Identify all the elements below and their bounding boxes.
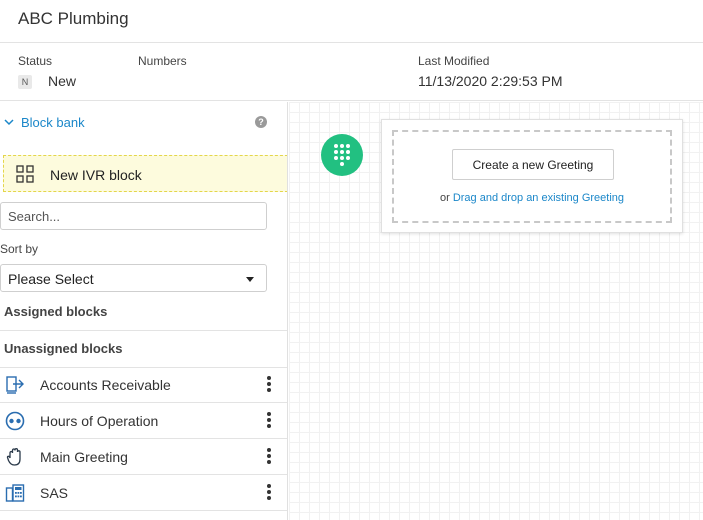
unassigned-blocks-title: Unassigned blocks xyxy=(4,341,123,356)
last-modified-label: Last Modified xyxy=(418,54,490,68)
status-value: New xyxy=(48,73,77,89)
block-row-main-greeting[interactable]: Main Greeting xyxy=(0,439,287,475)
search-input[interactable] xyxy=(1,203,266,229)
or-text: or xyxy=(439,192,450,204)
block-label: Accounts Receivable xyxy=(40,377,171,393)
block-bank-panel: Block bank ? New IVR block Sort by Pleas… xyxy=(0,102,288,520)
page-header: ABC Plumbing xyxy=(0,0,703,43)
block-row-hours-of-operation[interactable]: Hours of Operation xyxy=(0,403,287,439)
status-label: Status xyxy=(18,54,53,68)
greeting-card: Create a new Greeting or Drag and drop a… xyxy=(381,119,683,233)
block-bank-title: Block bank xyxy=(21,115,85,130)
chevron-down-icon xyxy=(4,119,14,126)
numbers-label: Numbers xyxy=(138,54,187,68)
help-icon[interactable]: ? xyxy=(255,116,267,128)
new-ivr-block-label: New IVR block xyxy=(50,167,142,183)
assigned-blocks-title: Assigned blocks xyxy=(4,304,108,319)
blocks-grid-icon xyxy=(16,165,34,183)
page-title: ABC Plumbing xyxy=(18,9,129,28)
more-options-icon[interactable] xyxy=(265,448,273,466)
flow-canvas[interactable]: Create a new Greeting or Drag and drop a… xyxy=(289,102,703,520)
more-options-icon[interactable] xyxy=(265,484,273,502)
keypad-icon[interactable] xyxy=(321,134,363,176)
assigned-blocks-section[interactable]: Assigned blocks xyxy=(0,294,287,331)
hours-icon xyxy=(5,411,25,431)
sort-by-label: Sort by xyxy=(0,242,39,256)
caret-down-icon xyxy=(246,277,254,282)
sort-select[interactable]: Please Select xyxy=(0,264,267,292)
status-badge: N xyxy=(18,75,32,89)
last-modified-value: 11/13/2020 2:29:53 PM xyxy=(418,73,563,89)
meta-bar: Status Numbers Last Modified N New 11/13… xyxy=(0,43,703,101)
more-options-icon[interactable] xyxy=(265,376,273,394)
phone-directory-icon xyxy=(5,484,25,502)
new-ivr-block-button[interactable]: New IVR block xyxy=(3,155,287,192)
block-label: Hours of Operation xyxy=(40,413,159,429)
greeting-hand-icon xyxy=(6,448,21,466)
transfer-icon xyxy=(6,376,24,394)
block-row-accounts-receivable[interactable]: Accounts Receivable xyxy=(0,367,287,403)
sort-select-value: Please Select xyxy=(8,271,94,287)
block-label: Main Greeting xyxy=(40,449,128,465)
drag-drop-hint: or Drag and drop an existing Greeting xyxy=(394,192,670,204)
block-row-sas[interactable]: SAS xyxy=(0,475,287,511)
greeting-drop-zone[interactable]: Create a new Greeting or Drag and drop a… xyxy=(392,130,672,223)
unassigned-blocks-section[interactable]: Unassigned blocks xyxy=(0,331,287,368)
block-label: SAS xyxy=(40,485,69,501)
search-field[interactable] xyxy=(0,202,267,230)
block-bank-header[interactable]: Block bank ? xyxy=(0,102,287,144)
drag-drop-existing-greeting-link[interactable]: Drag and drop an existing Greeting xyxy=(453,192,624,204)
more-options-icon[interactable] xyxy=(265,412,273,430)
create-greeting-button[interactable]: Create a new Greeting xyxy=(452,149,614,180)
